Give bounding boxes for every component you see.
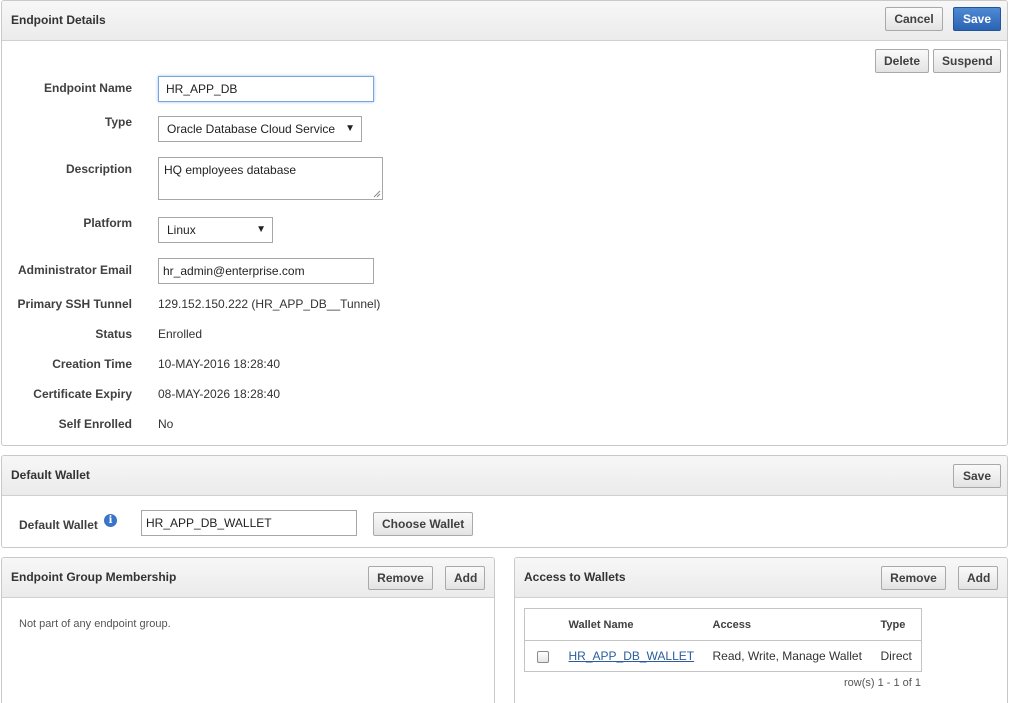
chevron-down-icon: ▼ [345,123,355,134]
description-value: HQ employees database [164,163,297,177]
wallet-name-link[interactable]: HR_APP_DB_WALLET [569,649,695,663]
type-cell: Direct [880,649,912,663]
platform-select-value: Linux [167,223,196,237]
wallet-name-column-header[interactable]: Wallet Name [560,608,705,641]
self-enrolled-value: No [158,417,174,431]
group-remove-button[interactable]: Remove [368,566,433,590]
endpoint-details-header: Endpoint Details Cancel Save [2,1,1007,41]
description-label: Description [65,162,132,176]
type-select-value: Oracle Database Cloud Service [167,122,336,136]
type-label: Type [104,115,132,129]
platform-select[interactable]: Linux ▼ [158,217,273,243]
default-wallet-header: Default Wallet Save [2,456,1007,496]
row-checkbox[interactable] [537,650,549,663]
table-header-row: Wallet Name Access Type [524,608,922,641]
admin-email-label: Administrator Email [17,263,132,277]
ssh-tunnel-value: 129.152.150.222 (HR_APP_DB__Tunnel) [158,297,381,311]
status-value: Enrolled [158,327,203,341]
resize-grip-icon[interactable] [373,190,381,198]
group-membership-region: Endpoint Group Membership Remove Add Not… [1,557,495,703]
wallet-access-remove-button[interactable]: Remove [881,566,946,590]
endpoint-name-label: Endpoint Name [43,81,132,95]
choose-wallet-button[interactable]: Choose Wallet [373,512,473,536]
wallet-save-button[interactable]: Save [953,464,1001,488]
wallet-access-table: Wallet Name Access Type HR_APP_DB_WALLET… [524,608,922,672]
cancel-button[interactable]: Cancel [885,7,943,31]
access-column-header[interactable]: Access [704,608,873,641]
self-enrolled-label: Self Enrolled [58,417,132,431]
default-wallet-region: Default Wallet Save Default Wallet i HR_… [1,455,1008,548]
wallet-access-title: Access to Wallets [524,570,626,584]
default-wallet-input[interactable]: HR_APP_DB_WALLET [141,510,357,536]
endpoint-name-input[interactable]: HR_APP_DB [158,76,374,102]
description-textarea[interactable]: HQ employees database [158,157,383,200]
wallet-access-header: Access to Wallets Remove Add [515,558,1007,598]
select-column-header [524,608,561,641]
wallet-access-region: Access to Wallets Remove Add Wallet Name… [514,557,1008,703]
delete-button[interactable]: Delete [875,49,929,73]
status-label: Status [95,327,132,341]
creation-time-value: 10-MAY-2016 18:28:40 [158,357,281,371]
endpoint-details-region: Endpoint Details Cancel Save Delete Susp… [1,0,1008,446]
default-wallet-label: Default Wallet [19,518,98,532]
access-cell: Read, Write, Manage Wallet [712,649,862,663]
creation-time-label: Creation Time [52,357,132,371]
save-button[interactable]: Save [953,7,1001,31]
pagination-text: row(s) 1 - 1 of 1 [843,677,921,689]
platform-label: Platform [83,216,132,230]
group-add-button[interactable]: Add [445,566,485,590]
wallet-access-add-button[interactable]: Add [958,566,998,590]
endpoint-details-title: Endpoint Details [11,13,106,27]
cert-expiry-value: 08-MAY-2026 18:28:40 [158,387,281,401]
group-membership-title: Endpoint Group Membership [11,570,177,584]
ssh-tunnel-label: Primary SSH Tunnel [17,297,132,311]
info-icon[interactable]: i [104,514,117,527]
table-row: HR_APP_DB_WALLET Read, Write, Manage Wal… [525,641,922,672]
admin-email-input[interactable]: hr_admin@enterprise.com [158,258,374,284]
wallet-name-cell: HR_APP_DB_WALLET [561,641,705,672]
cert-expiry-label: Certificate Expiry [33,387,132,401]
chevron-down-icon: ▼ [256,224,266,235]
suspend-button[interactable]: Suspend [933,49,1001,73]
type-select[interactable]: Oracle Database Cloud Service ▼ [158,116,362,142]
group-empty-message: Not part of any endpoint group. [19,618,171,630]
row-select-cell [525,641,561,672]
group-membership-header: Endpoint Group Membership Remove Add [2,558,494,598]
default-wallet-title: Default Wallet [11,468,90,482]
type-column-header[interactable]: Type [872,608,922,641]
